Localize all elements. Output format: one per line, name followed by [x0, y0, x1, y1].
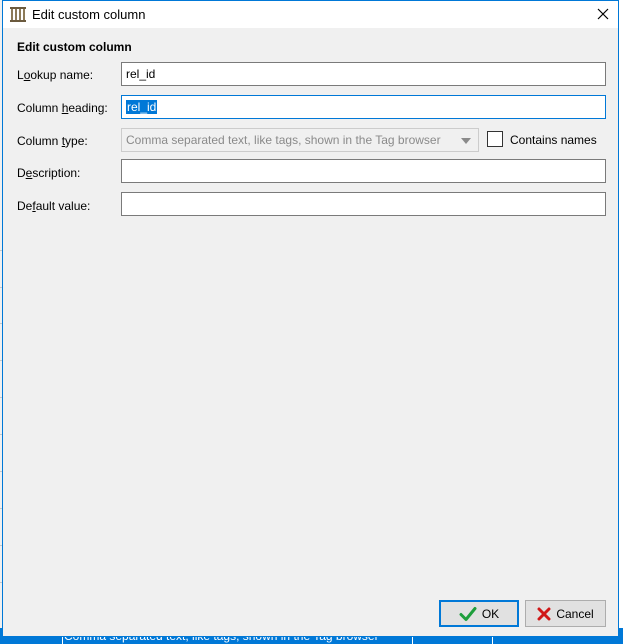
ok-button[interactable]: OK — [439, 600, 519, 627]
edit-custom-column-dialog: Edit custom column Edit custom column Lo… — [2, 0, 619, 637]
contains-names-checkbox[interactable] — [487, 131, 503, 147]
close-button[interactable] — [592, 4, 614, 24]
column-heading-input[interactable]: rel_id — [121, 95, 606, 119]
default-value-input[interactable] — [121, 192, 606, 216]
description-input[interactable] — [121, 159, 606, 183]
contains-names-label[interactable]: Contains names — [510, 133, 597, 147]
column-type-dropdown[interactable]: Comma separated text, like tags, shown i… — [121, 128, 479, 152]
default-value-label: Default value: — [17, 199, 91, 213]
title-bar[interactable]: Edit custom column — [3, 1, 618, 28]
chevron-down-icon — [461, 138, 471, 144]
cancel-x-icon — [537, 607, 551, 620]
column-type-label: Column type: — [17, 134, 88, 148]
lookup-name-label: Lookup name: — [17, 68, 94, 82]
selected-text: rel_id — [126, 100, 158, 114]
close-icon — [597, 8, 609, 20]
lookup-name-input[interactable] — [121, 62, 606, 86]
cancel-button[interactable]: Cancel — [525, 600, 606, 627]
dialog-content: Edit custom column Lookup name: Column h… — [3, 28, 618, 636]
cancel-button-label: Cancel — [556, 606, 594, 621]
checkmark-icon — [459, 606, 477, 621]
form-heading: Edit custom column — [17, 40, 132, 54]
window-title: Edit custom column — [32, 7, 146, 22]
description-label: Description: — [17, 166, 81, 180]
app-library-icon — [10, 7, 26, 22]
column-heading-label: Column heading: — [17, 101, 108, 115]
ok-button-label: OK — [481, 606, 500, 621]
column-type-selected-value: Comma separated text, like tags, shown i… — [126, 133, 441, 147]
